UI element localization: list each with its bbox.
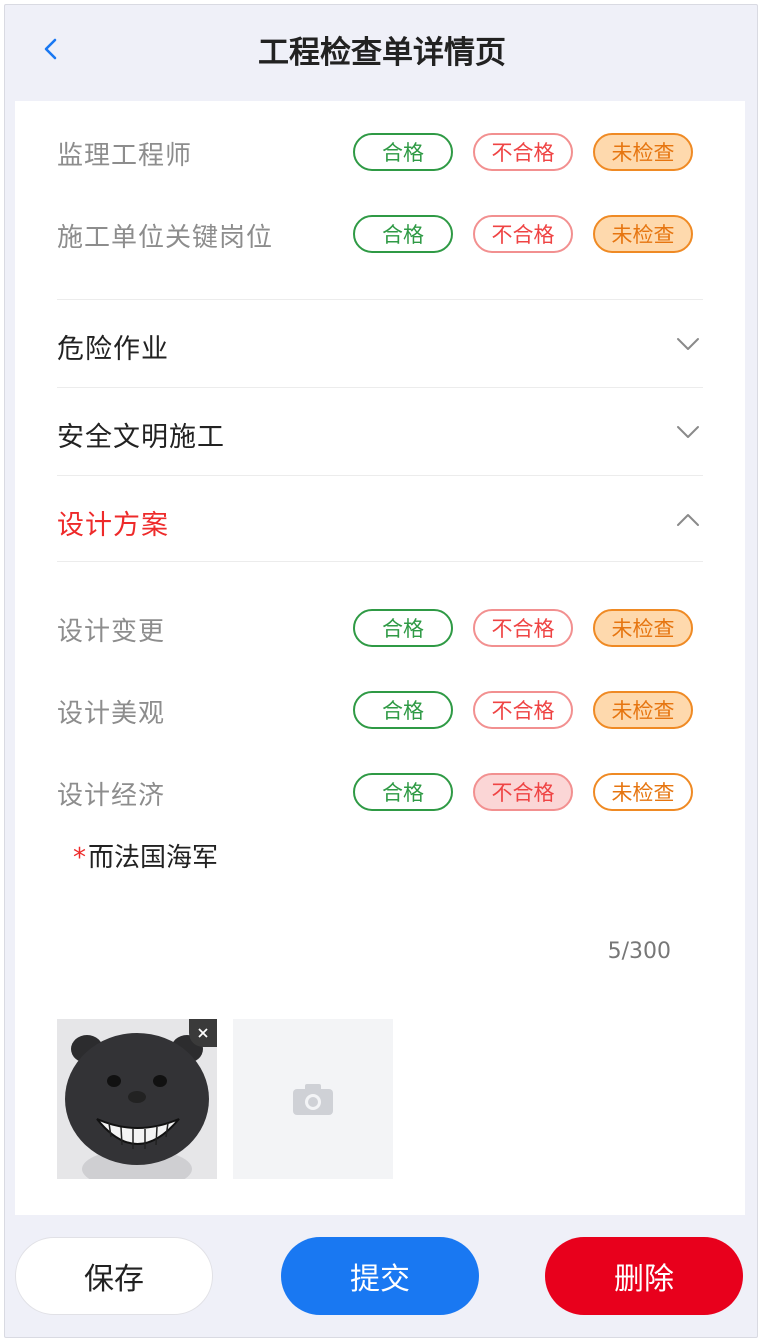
add-photo-button[interactable] [233, 1019, 393, 1179]
check-item-label: 设计美观 [57, 699, 166, 729]
section-title: 安全文明施工 [57, 422, 225, 453]
char-counter: 5/300 [607, 939, 671, 964]
close-icon [198, 1028, 208, 1038]
page-title: 工程检查单详情页 [258, 35, 506, 71]
check-item-label: 设计变更 [57, 617, 166, 647]
chevron-down-icon [677, 338, 699, 350]
delete-button[interactable]: 删除 [545, 1237, 743, 1315]
status-pass-button[interactable]: 合格 [353, 215, 453, 253]
section-title: 设计方案 [57, 510, 169, 541]
status-pass-button[interactable]: 合格 [353, 609, 453, 647]
divider [57, 561, 703, 562]
status-fail-button[interactable]: 不合格 [473, 609, 573, 647]
chevron-up-icon [677, 514, 699, 526]
submit-button[interactable]: 提交 [281, 1237, 479, 1315]
status-unchecked-button[interactable]: 未检查 [593, 609, 693, 647]
check-item-design-aesthetics: 设计美观 合格 不合格 未检查 [57, 691, 697, 731]
remove-photo-button[interactable] [189, 1019, 217, 1047]
remark-text: 而法国海军 [88, 843, 219, 873]
section-title: 危险作业 [57, 334, 169, 365]
section-design-plan[interactable]: 设计方案 [57, 477, 703, 563]
status-unchecked-button[interactable]: 未检查 [593, 215, 693, 253]
status-fail-button[interactable]: 不合格 [473, 773, 573, 811]
status-fail-button[interactable]: 不合格 [473, 133, 573, 171]
status-fail-button[interactable]: 不合格 [473, 215, 573, 253]
check-item-label: 设计经济 [57, 781, 166, 811]
camera-icon [293, 1084, 333, 1115]
status-unchecked-button[interactable]: 未检查 [593, 133, 693, 171]
section-safety-civilized[interactable]: 安全文明施工 [57, 389, 703, 475]
photo-thumbnail[interactable] [57, 1019, 217, 1179]
checklist-card: 监理工程师 合格 不合格 未检查 施工单位关键岗位 合格 不合格 未检查 危险作… [15, 101, 745, 1215]
chevron-down-icon [677, 426, 699, 438]
screen: 工程检查单详情页 监理工程师 合格 不合格 未检查 施工单位关键岗位 合格 不合… [4, 4, 758, 1338]
status-pass-button[interactable]: 合格 [353, 773, 453, 811]
divider [57, 299, 703, 300]
status-pass-button[interactable]: 合格 [353, 133, 453, 171]
status-fail-button[interactable]: 不合格 [473, 691, 573, 729]
check-item-supervisor: 监理工程师 合格 不合格 未检查 [57, 133, 697, 173]
nav-bar: 工程检查单详情页 [5, 5, 757, 101]
check-item-label: 监理工程师 [57, 141, 193, 171]
check-item-design-change: 设计变更 合格 不合格 未检查 [57, 609, 697, 649]
section-dangerous-work[interactable]: 危险作业 [57, 301, 703, 387]
check-item-design-economy: 设计经济 合格 不合格 未检查 [57, 773, 697, 813]
check-item-key-positions: 施工单位关键岗位 合格 不合格 未检查 [57, 215, 697, 255]
remark-textarea[interactable]: *而法国海军 [73, 837, 218, 874]
check-item-label: 施工单位关键岗位 [57, 223, 274, 253]
status-unchecked-button[interactable]: 未检查 [593, 691, 693, 729]
status-pass-button[interactable]: 合格 [353, 691, 453, 729]
status-unchecked-button[interactable]: 未检查 [593, 773, 693, 811]
save-button[interactable]: 保存 [15, 1237, 213, 1315]
required-mark: * [73, 843, 86, 873]
divider [57, 475, 703, 476]
divider [57, 387, 703, 388]
